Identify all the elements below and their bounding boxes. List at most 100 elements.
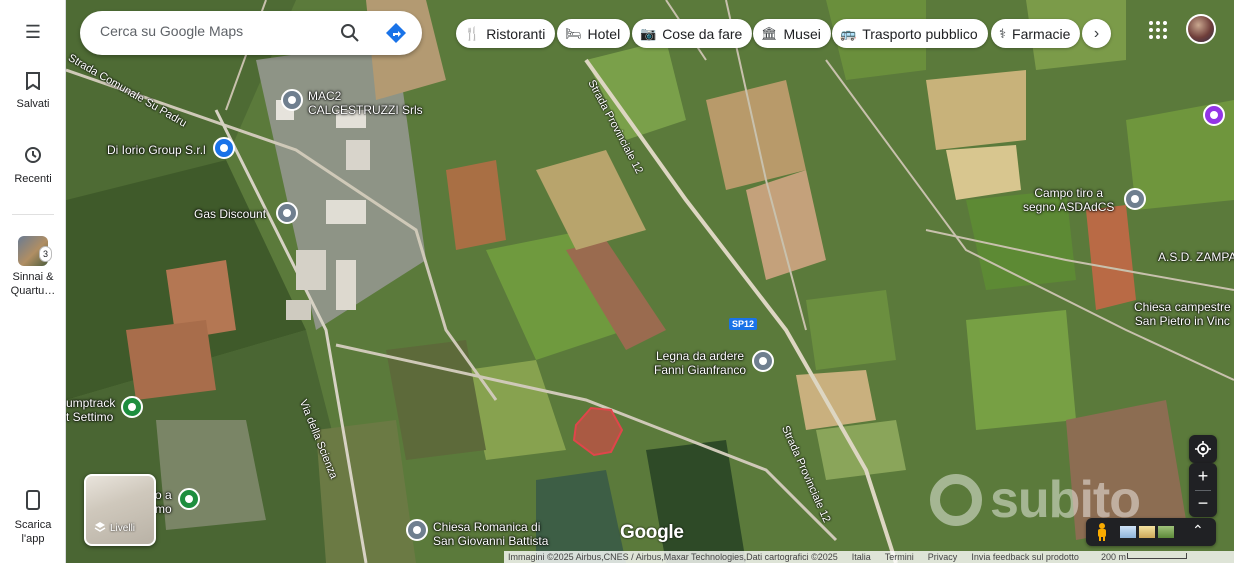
place-label-line: o a xyxy=(155,488,172,502)
place-label-gas-discount[interactable]: Gas Discount xyxy=(194,207,266,221)
google-logo: Google xyxy=(620,522,684,543)
place-label-line: segno ASDAdCS xyxy=(1023,200,1115,214)
place-label-legna[interactable]: Legna da ardere Fanni Gianfranco xyxy=(654,349,746,377)
chip-pharmacies[interactable]: ⚕ Farmacie xyxy=(991,19,1081,48)
recent-place-thumbnail: 3 xyxy=(18,236,52,266)
chip-restaurants[interactable]: 🍴 Ristoranti xyxy=(456,19,556,48)
chip-public-transport[interactable]: 🚌 Trasporto pubblico xyxy=(832,19,988,48)
expand-up-icon[interactable]: ⌃ xyxy=(1192,522,1204,539)
place-pin-green-2[interactable] xyxy=(178,488,200,510)
place-label-line: Campo tiro a xyxy=(1034,186,1104,200)
feedback-link[interactable]: Invia feedback sul prodotto xyxy=(971,551,1079,563)
place-label-pumptrack[interactable]: umptrack t Settimo xyxy=(66,396,115,424)
place-pin-pumptrack[interactable] xyxy=(121,396,143,418)
chip-label: Ristoranti xyxy=(486,25,546,42)
place-label-line: t Settimo xyxy=(66,410,114,424)
rail-divider xyxy=(12,214,54,215)
attribution-text: Immagini ©2025 Airbus,CNES / Airbus,Maxa… xyxy=(508,552,838,562)
place-label-campo-tiro[interactable]: Campo tiro a segno ASDAdCS xyxy=(1023,186,1114,214)
watermark-logo-icon xyxy=(930,474,982,526)
terrain-thumbnail-2[interactable] xyxy=(1139,526,1155,538)
chips-next-button[interactable]: › xyxy=(1082,19,1111,48)
place-pin-legna[interactable] xyxy=(752,350,774,372)
place-label-line: umptrack xyxy=(66,396,116,410)
place-label-chiesa-campestre[interactable]: Chiesa campestre San Pietro in Vinc xyxy=(1134,300,1231,328)
account-avatar[interactable] xyxy=(1186,14,1216,44)
road-shield-sp12: SP12 xyxy=(729,318,758,330)
camera-icon: 📷 xyxy=(640,25,657,41)
bookmark-icon xyxy=(0,72,66,94)
left-rail: ☰ Salvati Recenti 3 Sinnai & Quartu… Sca… xyxy=(0,0,66,563)
search-box[interactable] xyxy=(80,11,422,55)
place-label-diiorio[interactable]: Di Iorio Group S.r.l xyxy=(107,143,206,157)
download-label-2: l'app xyxy=(21,533,45,545)
layers-label: Livelli xyxy=(110,523,136,534)
terrain-thumbnail-1[interactable] xyxy=(1120,526,1136,538)
my-location-button[interactable] xyxy=(1189,435,1217,463)
menu-button[interactable]: ☰ xyxy=(0,22,66,46)
bottom-tools-strip: ⌃ xyxy=(1086,518,1216,546)
chip-label: Cose da fare xyxy=(662,25,743,42)
place-pin-purple[interactable] xyxy=(1203,104,1225,126)
phone-icon xyxy=(0,490,66,514)
place-pin-campo-tiro[interactable] xyxy=(1124,188,1146,210)
bus-icon: 🚌 xyxy=(840,25,857,41)
zoom-out-button[interactable]: − xyxy=(1189,490,1217,517)
chip-hotels[interactable]: 🛏 Hotel xyxy=(557,19,631,48)
place-pin-chiesa-romanica[interactable] xyxy=(406,519,428,541)
terrain-thumbnail-3[interactable] xyxy=(1158,526,1174,538)
privacy-link[interactable]: Privacy xyxy=(928,551,958,563)
place-label-line: MAC2 xyxy=(308,89,342,103)
fork-knife-icon: 🍴 xyxy=(464,25,481,41)
search-icon[interactable] xyxy=(338,21,362,45)
recent-label: Recenti xyxy=(14,173,52,185)
recent-count-badge: 3 xyxy=(38,246,52,262)
saved-label: Salvati xyxy=(16,98,50,110)
place-label-line: CALCESTRUZZI Srls xyxy=(308,103,423,117)
chip-label: Farmacie xyxy=(1012,25,1071,42)
chip-museums[interactable]: 🏛 Musei xyxy=(753,19,831,48)
place-label-line: Chiesa Romanica di xyxy=(433,520,541,534)
place-label-asd[interactable]: A.S.D. ZAMPA xyxy=(1158,250,1234,264)
download-label-1: Scarica xyxy=(14,519,52,531)
place-label-line: mo xyxy=(155,502,172,516)
history-icon xyxy=(0,145,66,169)
saved-button[interactable]: Salvati xyxy=(0,72,66,110)
apps-grid-icon[interactable] xyxy=(1148,20,1168,40)
recent-place-label: Sinnai & Quartu… xyxy=(10,271,56,297)
place-label-line: San Giovanni Battista xyxy=(433,534,549,548)
scale-label[interactable]: 200 m xyxy=(1101,551,1126,563)
search-input[interactable] xyxy=(100,23,330,39)
download-app-button[interactable]: Scarica l'app xyxy=(0,490,66,546)
map-footer: Immagini ©2025 Airbus,CNES / Airbus,Maxa… xyxy=(504,551,1234,563)
zoom-controls: + − xyxy=(1189,463,1217,517)
place-pin-mac2[interactable] xyxy=(281,89,303,111)
place-label-line: Legna da ardere xyxy=(655,349,745,363)
crosshair-icon xyxy=(1195,441,1211,461)
recent-button[interactable]: Recenti xyxy=(0,145,66,185)
chevron-right-icon: › xyxy=(1093,25,1100,42)
terms-link[interactable]: Termini xyxy=(885,551,914,563)
bed-icon: 🛏 xyxy=(565,25,582,41)
place-label-line: Chiesa campestre xyxy=(1134,300,1231,314)
recent-place-item[interactable]: 3 Sinnai & Quartu… xyxy=(0,236,66,298)
place-pin-gas-discount[interactable] xyxy=(276,202,298,224)
place-pin-diiorio[interactable] xyxy=(213,137,235,159)
chip-things-to-do[interactable]: 📷 Cose da fare xyxy=(632,19,753,48)
chip-label: Trasporto pubblico xyxy=(862,25,978,42)
scale-bar xyxy=(1127,553,1187,559)
pegman-icon[interactable] xyxy=(1096,523,1108,546)
place-label-mac2[interactable]: MAC2 CALCESTRUZZI Srls xyxy=(308,89,423,117)
place-label-line: San Pietro in Vinc xyxy=(1134,314,1230,328)
chip-label: Hotel xyxy=(587,25,621,42)
zoom-in-button[interactable]: + xyxy=(1189,463,1217,490)
place-label-chiesa-romanica[interactable]: Chiesa Romanica di San Giovanni Battista xyxy=(433,520,548,548)
place-label-line: Fanni Gianfranco xyxy=(654,363,747,377)
pharmacy-icon: ⚕ xyxy=(999,25,1007,41)
place-label-partial[interactable]: o a mo xyxy=(155,488,172,516)
country-link[interactable]: Italia xyxy=(852,551,871,563)
museum-icon: 🏛 xyxy=(761,25,778,41)
zoom-divider xyxy=(1195,490,1211,491)
layers-button[interactable]: Livelli xyxy=(84,474,156,546)
directions-icon[interactable] xyxy=(384,21,408,45)
